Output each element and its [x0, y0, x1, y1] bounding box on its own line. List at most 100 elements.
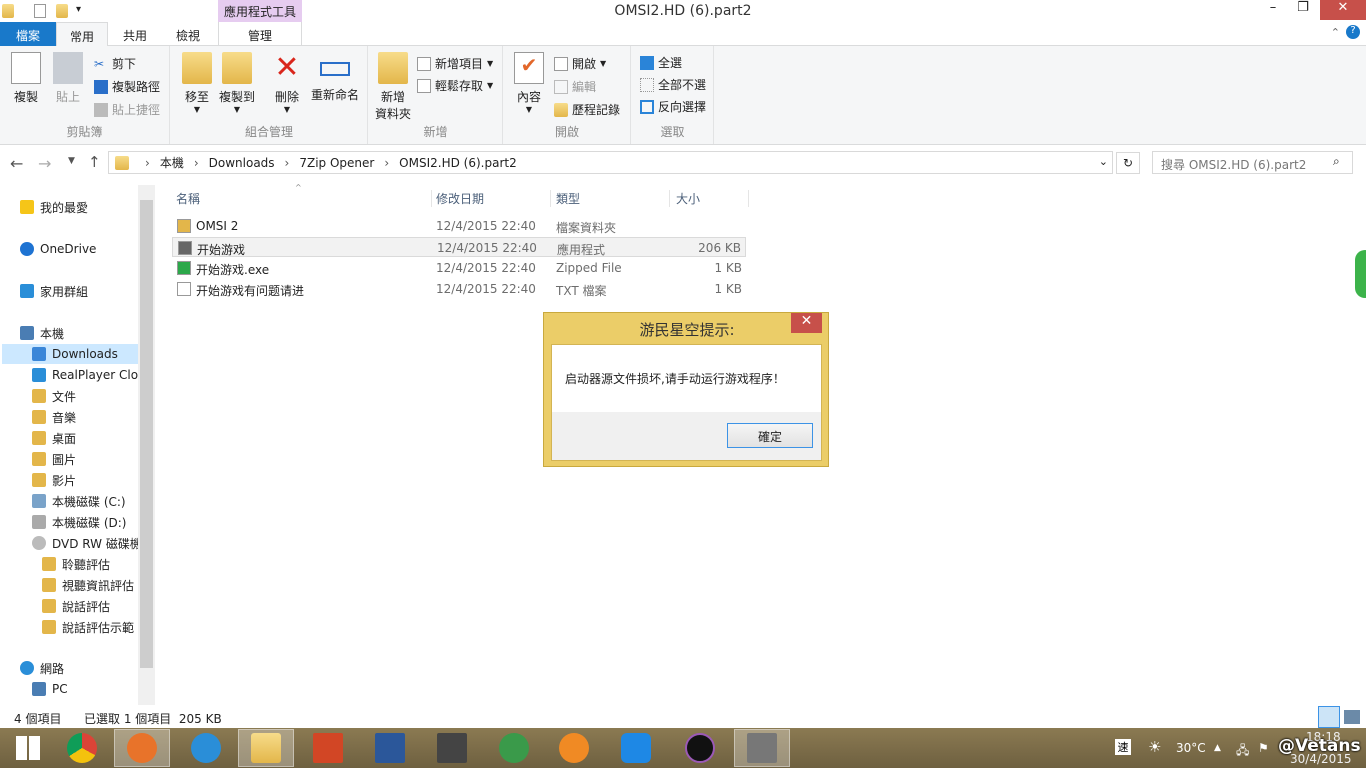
- nav-item[interactable]: 文件: [32, 386, 138, 406]
- nav-item[interactable]: DVD RW 磁碟機: [32, 533, 138, 553]
- history-button[interactable]: 歷程記錄: [554, 101, 620, 118]
- close-window-button[interactable]: ✕: [1320, 0, 1366, 20]
- select-none-button[interactable]: 全部不選: [640, 76, 706, 93]
- taskbar-app-tv[interactable]: [424, 729, 480, 767]
- invert-selection-button[interactable]: 反向選擇: [640, 98, 706, 115]
- copy-path-button[interactable]: 複製路徑: [94, 78, 160, 95]
- taskbar-media-player[interactable]: [672, 729, 728, 767]
- column-header-size[interactable]: 大小: [669, 190, 749, 207]
- taskbar-powerpoint[interactable]: [300, 729, 356, 767]
- cut-button[interactable]: ✂ 剪下: [94, 55, 136, 72]
- nav-item[interactable]: PC: [32, 679, 138, 699]
- maximize-button[interactable]: ❐: [1288, 0, 1318, 20]
- open-button[interactable]: 開啟 ▼: [554, 55, 606, 72]
- address-dropdown-icon[interactable]: ⌄: [1099, 155, 1108, 168]
- copy-button[interactable]: 複製: [8, 46, 44, 105]
- back-button[interactable]: ←: [10, 154, 23, 173]
- taskbar-game[interactable]: [734, 729, 790, 767]
- dialog-ok-button[interactable]: 確定: [727, 423, 813, 448]
- breadcrumb-this-pc[interactable]: 本機: [160, 154, 184, 171]
- file-row[interactable]: 开始游戏 12/4/2015 22:40 應用程式 206 KB: [172, 237, 746, 257]
- ribbon-collapse-icon[interactable]: ⌃: [1331, 26, 1340, 39]
- file-type: 應用程式: [557, 243, 606, 257]
- file-row[interactable]: OMSI 2 12/4/2015 22:40 檔案資料夾: [172, 216, 746, 236]
- paste-shortcut-button[interactable]: 貼上捷徑: [94, 101, 160, 118]
- nav-item[interactable]: 本機: [20, 323, 138, 343]
- tab-home[interactable]: 常用: [56, 22, 108, 47]
- nav-item[interactable]: 圖片: [32, 449, 138, 469]
- properties-button[interactable]: ✔ 內容 ▼: [512, 46, 546, 114]
- breadcrumb-downloads[interactable]: Downloads: [209, 156, 275, 170]
- nav-item[interactable]: 聆聽評估: [42, 554, 138, 574]
- action-center-flag-icon[interactable]: ⚑: [1258, 741, 1269, 755]
- new-item-button[interactable]: 新增項目 ▼: [417, 55, 493, 72]
- nav-item[interactable]: 影片: [32, 470, 138, 490]
- nav-item[interactable]: Downloads: [2, 344, 138, 364]
- breadcrumb-current[interactable]: OMSI2.HD (6).part2: [399, 156, 517, 170]
- large-icons-view-button[interactable]: [1344, 710, 1360, 724]
- up-button[interactable]: ↑: [88, 153, 101, 171]
- minimize-button[interactable]: –: [1258, 0, 1288, 20]
- network-icon[interactable]: 🖧: [1236, 741, 1249, 762]
- start-button[interactable]: [0, 729, 56, 767]
- nav-item-label: 音樂: [52, 410, 77, 425]
- edit-button[interactable]: 編輯: [554, 78, 596, 95]
- ime-indicator[interactable]: 速: [1115, 739, 1131, 755]
- taskbar-chrome[interactable]: [54, 729, 110, 767]
- taskbar-app-globe[interactable]: [486, 729, 542, 767]
- nav-item[interactable]: 本機磁碟 (D:): [32, 512, 138, 532]
- tab-manage[interactable]: 管理: [218, 22, 302, 46]
- move-to-button[interactable]: 移至 ▼: [179, 46, 215, 114]
- breadcrumb-7zip-opener[interactable]: 7Zip Opener: [299, 156, 374, 170]
- paste-button[interactable]: 貼上: [50, 46, 86, 105]
- details-view-button[interactable]: [1318, 706, 1340, 728]
- select-all-icon: [640, 55, 654, 70]
- nav-item[interactable]: 網路: [20, 658, 138, 678]
- new-item-icon: [417, 56, 431, 71]
- nav-item[interactable]: 桌面: [32, 428, 138, 448]
- tab-file[interactable]: 檔案: [0, 22, 56, 46]
- file-row[interactable]: 开始游戏.exe 12/4/2015 22:40 Zipped File 1 KB: [172, 258, 746, 278]
- new-folder-button[interactable]: 新增 資料夾: [373, 46, 413, 122]
- file-row[interactable]: 开始游戏有问题请进 12/4/2015 22:40 TXT 檔案 1 KB: [172, 279, 746, 299]
- taskbar-word[interactable]: [362, 729, 418, 767]
- taskbar-ie[interactable]: [178, 729, 234, 767]
- taskbar-app-orange[interactable]: [114, 729, 170, 767]
- dialog-close-button[interactable]: ✕: [791, 313, 822, 333]
- address-bar[interactable]: › 本機 › Downloads › 7Zip Opener › OMSI2.HD (6…: [108, 151, 1113, 174]
- nav-item[interactable]: 說話評估示範: [42, 617, 138, 637]
- nav-item[interactable]: 說話評估: [42, 596, 138, 616]
- nav-item[interactable]: OneDrive: [20, 239, 138, 259]
- nav-item[interactable]: 我的最愛: [20, 197, 138, 217]
- column-header-type[interactable]: 類型: [550, 190, 580, 207]
- nav-item[interactable]: 本機磁碟 (C:): [32, 491, 138, 511]
- column-header-date[interactable]: 修改日期: [431, 190, 484, 207]
- tab-share[interactable]: 共用: [110, 22, 160, 46]
- nav-item[interactable]: 視聽資訊評估: [42, 575, 138, 595]
- search-input[interactable]: 搜尋 OMSI2.HD (6).part2: [1152, 151, 1353, 174]
- show-hidden-icons[interactable]: ▲: [1214, 743, 1221, 753]
- nav-item[interactable]: 家用群組: [20, 281, 138, 301]
- help-icon[interactable]: ?: [1346, 25, 1360, 39]
- column-header-name[interactable]: 名稱: [176, 190, 200, 207]
- side-widget[interactable]: [1355, 250, 1366, 298]
- nav-item[interactable]: RealPlayer Cloud: [32, 365, 138, 385]
- easy-access-button[interactable]: 輕鬆存取 ▼: [417, 77, 493, 94]
- history-icon: [554, 102, 568, 117]
- recent-locations-icon[interactable]: ▼: [68, 156, 75, 166]
- select-all-button[interactable]: 全選: [640, 54, 682, 71]
- taskbar-app-cloud[interactable]: [608, 729, 664, 767]
- rename-button[interactable]: 重新命名: [309, 46, 361, 103]
- nav-scrollbar-thumb[interactable]: [140, 200, 153, 668]
- tab-view[interactable]: 檢視: [162, 22, 214, 46]
- copy-to-button[interactable]: 複製到 ▼: [217, 46, 257, 114]
- temperature[interactable]: 30°C: [1176, 741, 1206, 755]
- refresh-button[interactable]: ↻: [1116, 152, 1140, 174]
- taskbar-uc-browser[interactable]: [546, 729, 602, 767]
- context-tab-header: 應用程式工具: [218, 0, 302, 22]
- nav-item-icon: [32, 410, 46, 424]
- forward-button[interactable]: →: [38, 154, 51, 173]
- delete-button[interactable]: ✕ 刪除 ▼: [269, 46, 305, 115]
- nav-item[interactable]: 音樂: [32, 407, 138, 427]
- taskbar-file-explorer[interactable]: [238, 729, 294, 767]
